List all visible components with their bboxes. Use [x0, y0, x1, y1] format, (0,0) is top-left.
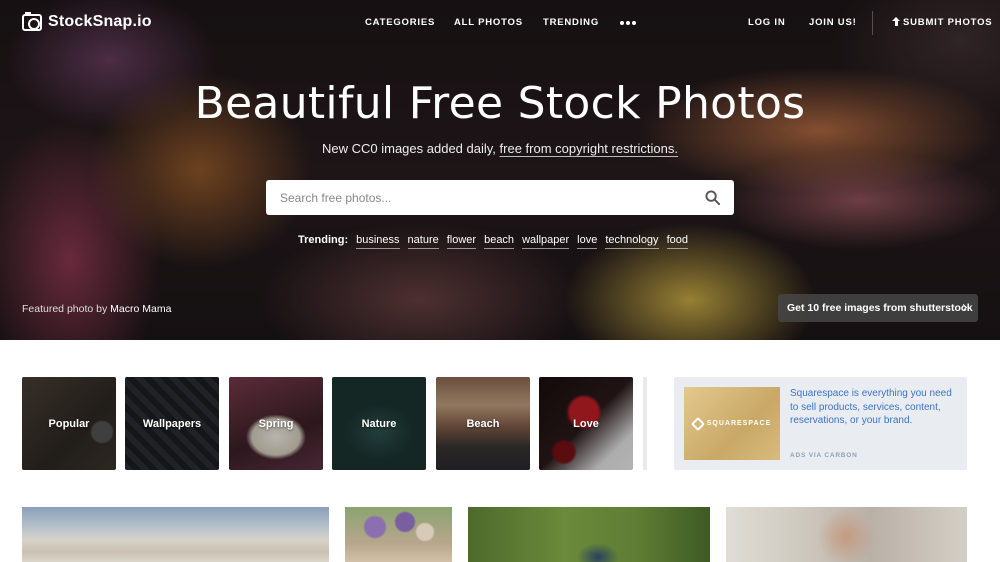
ad-logo-text: SQUARESPACE [706, 420, 772, 427]
search-input[interactable] [266, 180, 686, 215]
photo-tile[interactable] [468, 507, 710, 562]
category-wallpapers[interactable]: Wallpapers [125, 377, 219, 470]
trending-tag[interactable]: food [666, 234, 688, 249]
trending-tag[interactable]: nature [407, 234, 439, 249]
category-beach[interactable]: Beach [436, 377, 530, 470]
category-nature[interactable]: Nature [332, 377, 426, 470]
carbon-ad[interactable]: SQUARESPACE Squarespace is everything yo… [674, 377, 967, 470]
category-spring[interactable]: Spring [229, 377, 323, 470]
ad-text[interactable]: Squarespace is everything you need to se… [790, 387, 960, 428]
nav-login[interactable]: LOG IN [748, 17, 786, 28]
ad-via-link[interactable]: ADS VIA CARBON [790, 452, 858, 459]
nav-divider [872, 11, 873, 35]
category-label: Wallpapers [142, 417, 202, 430]
photo-tile[interactable] [726, 507, 967, 562]
category-love[interactable]: Love [539, 377, 633, 470]
nav-categories[interactable]: CATEGORIES [365, 17, 435, 28]
nav-submit-photos[interactable]: SUBMIT PHOTOS [892, 17, 992, 28]
shutterstock-button[interactable]: Get 10 free images from shutterstock [778, 294, 978, 322]
category-label: Popular [48, 417, 90, 430]
trending-tag[interactable]: business [356, 234, 400, 249]
category-label: Love [573, 417, 599, 430]
trending-tag[interactable]: love [577, 234, 598, 249]
subtitle-text: New CC0 images added daily, [322, 141, 496, 156]
trending-label: Trending: [298, 234, 349, 246]
photo-tile[interactable] [22, 507, 329, 562]
featured-credit: Featured photo by Macro Mama [22, 303, 171, 315]
copyright-link[interactable]: free from copyright restrictions. [500, 141, 678, 156]
trending-tag[interactable]: flower [446, 234, 477, 249]
category-overflow-edge [643, 377, 647, 470]
more-menu-icon[interactable] [620, 21, 636, 25]
search-icon[interactable] [705, 190, 720, 205]
squarespace-logo-icon [690, 416, 705, 431]
featured-author-link[interactable]: Macro Mama [110, 303, 171, 315]
category-popular[interactable]: Popular [22, 377, 116, 470]
category-label: Nature [361, 417, 397, 430]
hero-subtitle: New CC0 images added daily, free from co… [0, 141, 1000, 156]
category-label: Beach [466, 417, 500, 430]
logo[interactable]: StockSnap.io [22, 11, 152, 31]
featured-prefix: Featured photo by [22, 303, 108, 315]
hero-title: Beautiful Free Stock Photos [194, 78, 806, 129]
brand-name: StockSnap.io [48, 13, 152, 30]
nav-trending[interactable]: TRENDING [543, 17, 599, 28]
nav-join[interactable]: JOIN US! [809, 17, 857, 28]
trending-tag[interactable]: beach [484, 234, 515, 249]
category-label: Spring [258, 417, 294, 430]
trending-tag[interactable]: wallpaper [522, 234, 570, 249]
upload-icon [892, 17, 900, 26]
photo-tile[interactable] [345, 507, 452, 562]
ad-image[interactable]: SQUARESPACE [684, 387, 780, 460]
trending-tags: Trending: business nature flower beach w… [298, 234, 688, 249]
shutterstock-label: Get 10 free images from shutterstock [787, 302, 973, 314]
top-nav: StockSnap.io CATEGORIES ALL PHOTOS TREND… [0, 0, 1000, 46]
search-bar [266, 180, 734, 215]
trending-tag[interactable]: technology [605, 234, 659, 249]
submit-label: SUBMIT PHOTOS [903, 17, 993, 28]
camera-icon [22, 11, 42, 31]
nav-all-photos[interactable]: ALL PHOTOS [454, 17, 523, 28]
hero-banner: StockSnap.io CATEGORIES ALL PHOTOS TREND… [0, 0, 1000, 340]
